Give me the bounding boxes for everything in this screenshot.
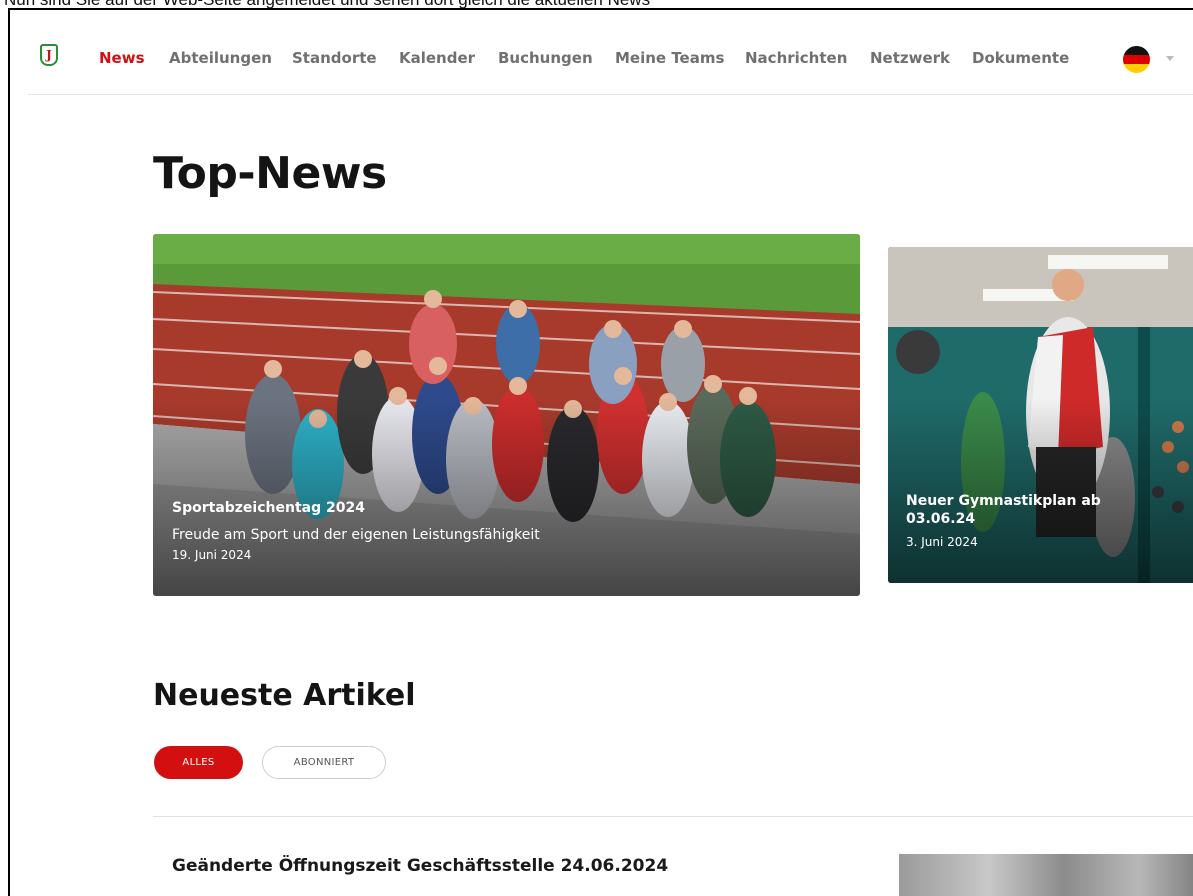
- nav-item-buchungen[interactable]: Buchungen: [498, 49, 593, 67]
- nav-item-dokumente[interactable]: Dokumente: [972, 49, 1069, 67]
- nav-item-news[interactable]: News: [99, 49, 145, 67]
- caption-text: Nun sind Sie auf der Web-Seite angemelde…: [4, 0, 650, 8]
- caption-strip: Nun sind Sie auf der Web-Seite angemelde…: [0, 0, 1193, 8]
- nav-item-kalender[interactable]: Kalender: [399, 49, 475, 67]
- card-caption: Neuer Gymnastikplan ab 03.06.24 3. Juni …: [906, 492, 1126, 549]
- top-navigation: J News Abteilungen Standorte Kalender Bu…: [28, 10, 1193, 95]
- browser-frame: J News Abteilungen Standorte Kalender Bu…: [8, 8, 1193, 896]
- top-news-heading: Top-News: [153, 148, 387, 199]
- nav-item-nachrichten[interactable]: Nachrichten: [745, 49, 847, 67]
- filter-subscribed-button[interactable]: ABONNIERT: [262, 746, 386, 779]
- top-news-card-sportabzeichentag[interactable]: Sportabzeichentag 2024 Freude am Sport u…: [153, 234, 860, 596]
- article-thumbnail-image[interactable]: [899, 854, 1193, 896]
- card-subtitle: Freude am Sport und der eigenen Leistung…: [172, 527, 540, 543]
- nav-item-netzwerk[interactable]: Netzwerk: [870, 49, 950, 67]
- divider: [153, 816, 1193, 817]
- card-title: Neuer Gymnastikplan ab 03.06.24: [906, 493, 1101, 527]
- card-date: 19. Juni 2024: [172, 548, 252, 562]
- card-title: Sportabzeichentag 2024: [172, 500, 365, 516]
- club-logo-icon[interactable]: J: [40, 44, 58, 66]
- card-caption: Sportabzeichentag 2024 Freude am Sport u…: [172, 499, 772, 562]
- filter-all-button[interactable]: ALLES: [154, 746, 243, 779]
- chevron-down-icon[interactable]: [1166, 56, 1174, 61]
- latest-articles-heading: Neueste Artikel: [153, 678, 416, 713]
- top-news-card-gymnastikplan[interactable]: Neuer Gymnastikplan ab 03.06.24 3. Juni …: [888, 247, 1193, 583]
- germany-flag-icon[interactable]: [1123, 46, 1150, 73]
- nav-item-meine-teams[interactable]: Meine Teams: [615, 49, 724, 67]
- article-title[interactable]: Geänderte Öffnungszeit Geschäftsstelle 2…: [172, 856, 668, 876]
- card-date: 3. Juni 2024: [906, 535, 978, 549]
- nav-item-standorte[interactable]: Standorte: [292, 49, 377, 67]
- nav-item-abteilungen[interactable]: Abteilungen: [169, 49, 272, 67]
